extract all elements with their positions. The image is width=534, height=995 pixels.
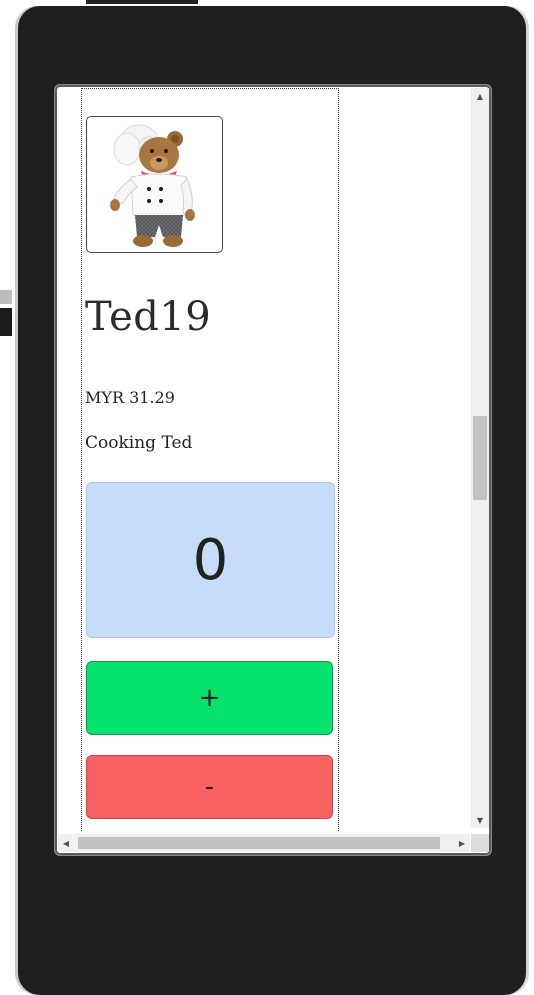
device-screen: Ted19 MYR 31.29 Cooking Ted 0 + - ▲ ▼ ◀ …	[54, 84, 492, 856]
background-window-edge	[0, 290, 12, 304]
background-window-block	[0, 308, 12, 336]
scroll-down-arrow-icon[interactable]: ▼	[471, 812, 489, 828]
product-price: MYR 31.29	[85, 388, 175, 407]
horizontal-scroll-thumb[interactable]	[78, 837, 440, 849]
scrollbar-corner	[471, 834, 489, 852]
product-card: Ted19 MYR 31.29 Cooking Ted 0 + -	[81, 88, 339, 831]
decrement-button[interactable]: -	[86, 755, 333, 819]
horizontal-scrollbar[interactable]: ◀ ▶	[58, 834, 470, 852]
increment-button[interactable]: +	[86, 661, 333, 735]
vertical-scroll-thumb[interactable]	[473, 416, 487, 500]
scroll-left-arrow-icon[interactable]: ◀	[58, 834, 74, 852]
product-description: Cooking Ted	[85, 433, 193, 453]
product-name: Ted19	[85, 294, 212, 340]
vertical-scrollbar[interactable]: ▲ ▼	[471, 88, 489, 828]
quantity-value: 0	[192, 527, 229, 593]
scroll-right-arrow-icon[interactable]: ▶	[454, 834, 470, 852]
scroll-up-arrow-icon[interactable]: ▲	[471, 88, 489, 104]
quantity-display: 0	[86, 482, 335, 638]
teddy-bear-chef-icon	[110, 124, 195, 247]
background-window-tab	[86, 0, 198, 4]
product-image	[86, 116, 223, 253]
